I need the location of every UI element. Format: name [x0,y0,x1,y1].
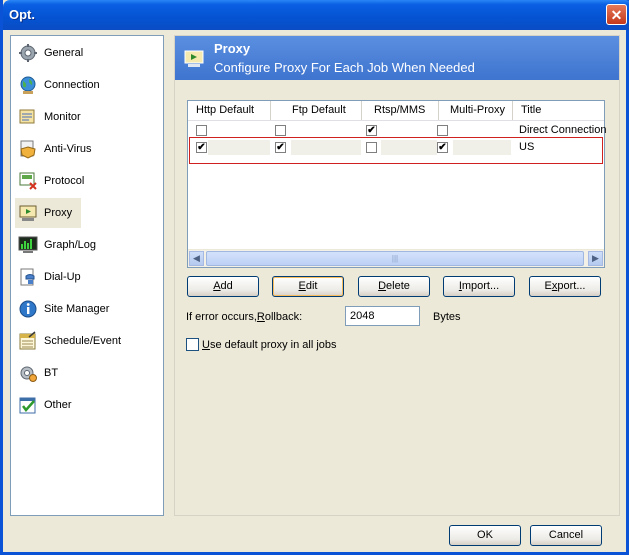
sidebar-item-label: Other [44,399,72,411]
category-sidebar: General Connection Monitor Anti-Virus Pr… [10,35,164,516]
multi-proxy-checkbox[interactable] [437,125,448,136]
scroll-right-button[interactable]: ▶ [588,251,603,266]
column-header-http-default[interactable]: Http Default [188,101,271,120]
use-default-proxy-checkbox[interactable] [186,338,199,351]
globe-icon [17,74,39,96]
proxy-title-cell: US [519,141,535,153]
sidebar-item-label: General [44,47,84,59]
options-dialog: Opt. ✕ General Connection Monitor Anti-V… [0,0,629,555]
sidebar-item-label: Connection [44,79,100,91]
title-bar[interactable]: Opt. ✕ [3,0,629,30]
horizontal-scrollbar[interactable]: ◀ ||| ▶ [188,249,604,267]
rtsp-mms-checkbox[interactable]: ✔ [366,125,377,136]
panel-title: Proxy [214,41,251,56]
table-row[interactable]: ✔ Direct Connection [188,122,607,139]
proxy-title-cell: Direct Connection [519,124,607,136]
sidebar-item-site-manager[interactable]: Site Manager [15,294,109,324]
window-title: Opt. [9,7,35,22]
shield-icon [17,138,39,160]
info-icon [17,298,39,320]
gear-icon [17,42,39,64]
sidebar-item-schedule-event[interactable]: Schedule/Event [15,326,121,356]
graph-icon [17,234,39,256]
edit-button[interactable]: Edit [272,276,344,297]
http-default-checkbox[interactable] [196,125,207,136]
sidebar-item-label: Protocol [44,175,85,187]
monitor-icon [17,106,39,128]
proxy-icon [17,202,39,224]
rtsp-mms-checkbox[interactable] [366,142,377,153]
close-button[interactable]: ✕ [606,4,627,25]
sidebar-item-proxy[interactable]: Proxy [15,198,81,228]
add-button[interactable]: Add [187,276,259,297]
ftp-default-checkbox[interactable] [275,125,286,136]
sidebar-item-label: Anti-Virus [44,143,92,155]
sidebar-item-label: Graph/Log [44,239,96,251]
column-header-ftp-default[interactable]: Ftp Default [271,101,362,120]
rollback-label: If error occurs,Rollback: [186,311,303,323]
bt-icon [17,362,39,384]
phone-icon [17,266,39,288]
column-header-rtsp-mms[interactable]: Rtsp/MMS [362,101,439,120]
sidebar-item-label: Proxy [44,207,73,219]
scroll-thumb[interactable]: ||| [206,251,584,266]
sidebar-item-graph-log[interactable]: Graph/Log [15,230,96,260]
protocol-icon [17,170,39,192]
table-row[interactable]: ✔ ✔ ✔ US [188,139,604,156]
panel-header: Proxy Configure Proxy For Each Job When … [175,36,619,80]
checklist-icon [17,394,39,416]
sidebar-item-label: Monitor [44,111,81,123]
sidebar-item-label: Site Manager [44,303,110,315]
sidebar-item-label: Schedule/Event [44,335,122,347]
sidebar-item-monitor[interactable]: Monitor [15,102,81,132]
sidebar-item-connection[interactable]: Connection [15,70,100,100]
panel-subtitle: Configure Proxy For Each Job When Needed [214,60,475,75]
sidebar-item-protocol[interactable]: Protocol [15,166,85,196]
column-header-title[interactable]: Title [513,101,604,120]
sidebar-item-general[interactable]: General [15,38,84,68]
http-default-checkbox[interactable]: ✔ [196,142,207,153]
sidebar-item-label: BT [44,367,59,379]
export-button[interactable]: Export... [529,276,601,297]
panel-body: Http Default Ftp Default Rtsp/MMS Multi-… [175,80,619,515]
cancel-button[interactable]: Cancel [530,525,602,546]
sidebar-item-dial-up[interactable]: Dial-Up [15,262,81,292]
calendar-icon [17,330,39,352]
sidebar-item-anti-virus[interactable]: Anti-Virus [15,134,91,164]
sidebar-item-other[interactable]: Other [15,390,81,420]
import-button[interactable]: Import... [443,276,515,297]
bytes-unit-label: Bytes [433,311,461,323]
scroll-left-button[interactable]: ◀ [189,251,204,266]
rollback-bytes-input[interactable]: 2048 [345,306,420,326]
column-header-multi-proxy[interactable]: Multi-Proxy [439,101,513,120]
delete-button[interactable]: Delete [358,276,430,297]
ftp-default-checkbox[interactable]: ✔ [275,142,286,153]
use-default-proxy-label[interactable]: Use default proxy in all jobs [202,339,337,351]
multi-proxy-checkbox[interactable]: ✔ [437,142,448,153]
sidebar-item-label: Dial-Up [44,271,81,283]
list-header: Http Default Ftp Default Rtsp/MMS Multi-… [188,101,604,121]
proxy-settings-panel: Proxy Configure Proxy For Each Job When … [174,35,620,516]
ok-button[interactable]: OK [449,525,521,546]
proxy-list[interactable]: Http Default Ftp Default Rtsp/MMS Multi-… [187,100,607,268]
proxy-icon [184,50,204,68]
sidebar-item-bt[interactable]: BT [15,358,81,388]
